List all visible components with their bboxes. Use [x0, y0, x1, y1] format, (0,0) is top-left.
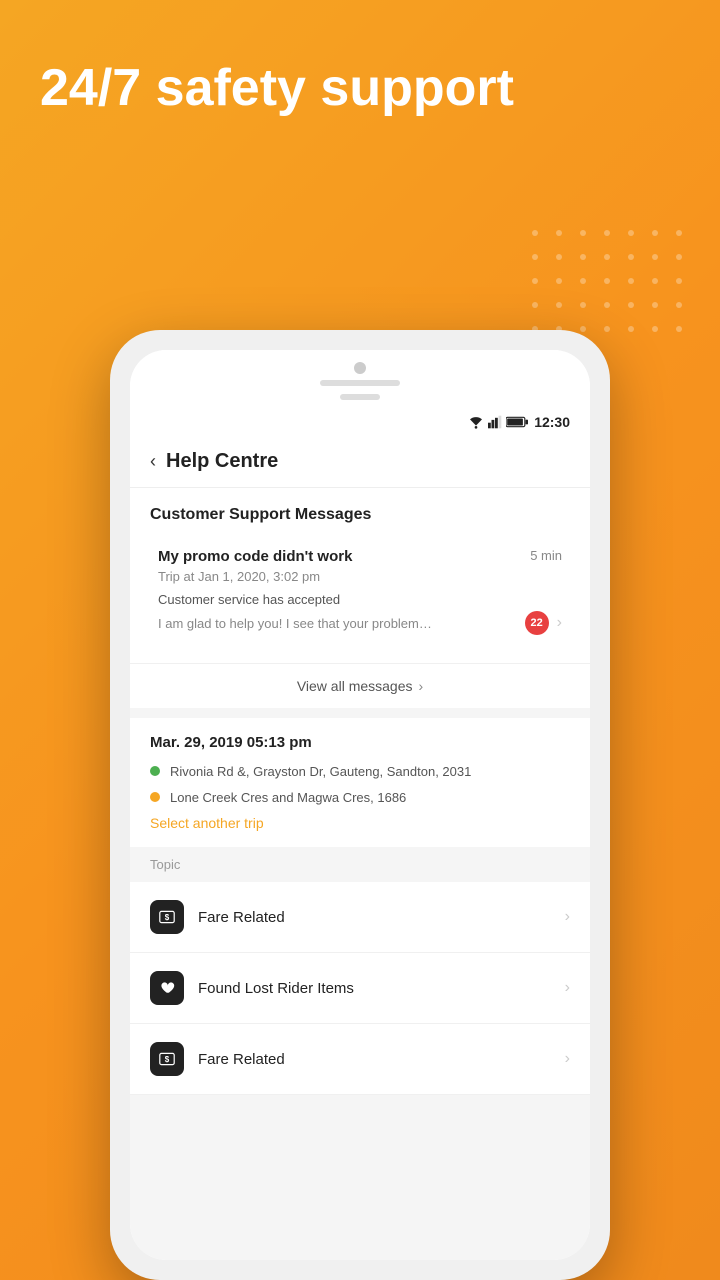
pickup-address: Rivonia Rd &, Grayston Dr, Gauteng, Sand… — [170, 763, 471, 781]
pickup-dot-icon — [150, 766, 160, 776]
phone-top-bar — [130, 350, 590, 408]
dropoff-dot-icon — [150, 792, 160, 802]
trip-card: Mar. 29, 2019 05:13 pm Rivonia Rd &, Gra… — [130, 718, 590, 847]
hero-title: 24/7 safety support — [40, 60, 540, 117]
status-time: 12:30 — [534, 414, 570, 430]
trip-dropoff: Lone Creek Cres and Magwa Cres, 1686 — [150, 789, 570, 807]
fare-related-chevron-icon: › — [565, 908, 570, 926]
header-title: Help Centre — [166, 450, 278, 473]
topic-header: Topic — [130, 847, 590, 882]
message-time: 5 min — [530, 548, 562, 563]
trip-date: Mar. 29, 2019 05:13 pm — [150, 734, 570, 751]
wifi-icon — [468, 415, 484, 429]
view-all-chevron-icon: › — [419, 678, 424, 694]
unread-badge: 22 — [525, 611, 549, 635]
view-all-label: View all messages — [297, 678, 413, 694]
speaker-bar — [320, 380, 400, 386]
topic-item-fare-related[interactable]: $ Fare Related › — [130, 882, 590, 953]
message-agent: Customer service has accepted — [158, 592, 562, 607]
message-preview: I am glad to help you! I see that your p… — [158, 616, 525, 631]
home-button-bar — [340, 394, 380, 400]
message-card[interactable]: My promo code didn't work 5 min Trip at … — [144, 534, 576, 649]
support-section: Customer Support Messages My promo code … — [130, 488, 590, 708]
dropoff-address: Lone Creek Cres and Magwa Cres, 1686 — [170, 789, 406, 807]
fare-related-label: Fare Related — [198, 909, 551, 926]
message-trip: Trip at Jan 1, 2020, 3:02 pm — [158, 569, 562, 584]
fare-related-2-chevron-icon: › — [565, 1050, 570, 1068]
select-trip-button[interactable]: Select another trip — [150, 815, 570, 831]
topic-item-fare-related-2[interactable]: $ Fare Related › — [130, 1024, 590, 1095]
screen-content[interactable]: ‹ Help Centre Customer Support Messages … — [130, 436, 590, 1260]
svg-text:$: $ — [165, 914, 170, 923]
message-title: My promo code didn't work — [158, 548, 352, 565]
back-button[interactable]: ‹ — [150, 451, 156, 472]
trip-pickup: Rivonia Rd &, Grayston Dr, Gauteng, Sand… — [150, 763, 570, 781]
topic-item-found-lost[interactable]: Found Lost Rider Items › — [130, 953, 590, 1024]
phone-frame: 12:30 ‹ Help Centre Customer Support Mes… — [110, 330, 610, 1280]
status-bar: 12:30 — [130, 408, 590, 436]
fare-related-2-icon: $ — [150, 1042, 184, 1076]
fare-related-icon: $ — [150, 900, 184, 934]
view-all-messages-button[interactable]: View all messages › — [130, 663, 590, 708]
support-section-title: Customer Support Messages — [130, 488, 590, 534]
found-lost-icon — [150, 971, 184, 1005]
found-lost-label: Found Lost Rider Items — [198, 980, 551, 997]
svg-text:$: $ — [165, 1056, 170, 1065]
topic-section: Topic $ Fare Related › — [130, 847, 590, 1095]
app-header: ‹ Help Centre — [130, 436, 590, 488]
message-chevron-icon: › — [557, 614, 562, 632]
battery-icon — [506, 416, 528, 428]
found-lost-chevron-icon: › — [565, 979, 570, 997]
camera-dot — [354, 362, 366, 374]
fare-related-2-label: Fare Related — [198, 1051, 551, 1068]
message-preview-row: I am glad to help you! I see that your p… — [158, 611, 562, 635]
message-header: My promo code didn't work 5 min — [158, 548, 562, 565]
status-icons — [468, 415, 528, 429]
message-card-wrapper: My promo code didn't work 5 min Trip at … — [130, 534, 590, 663]
decorative-dots — [532, 230, 690, 340]
signal-icon — [488, 415, 502, 429]
